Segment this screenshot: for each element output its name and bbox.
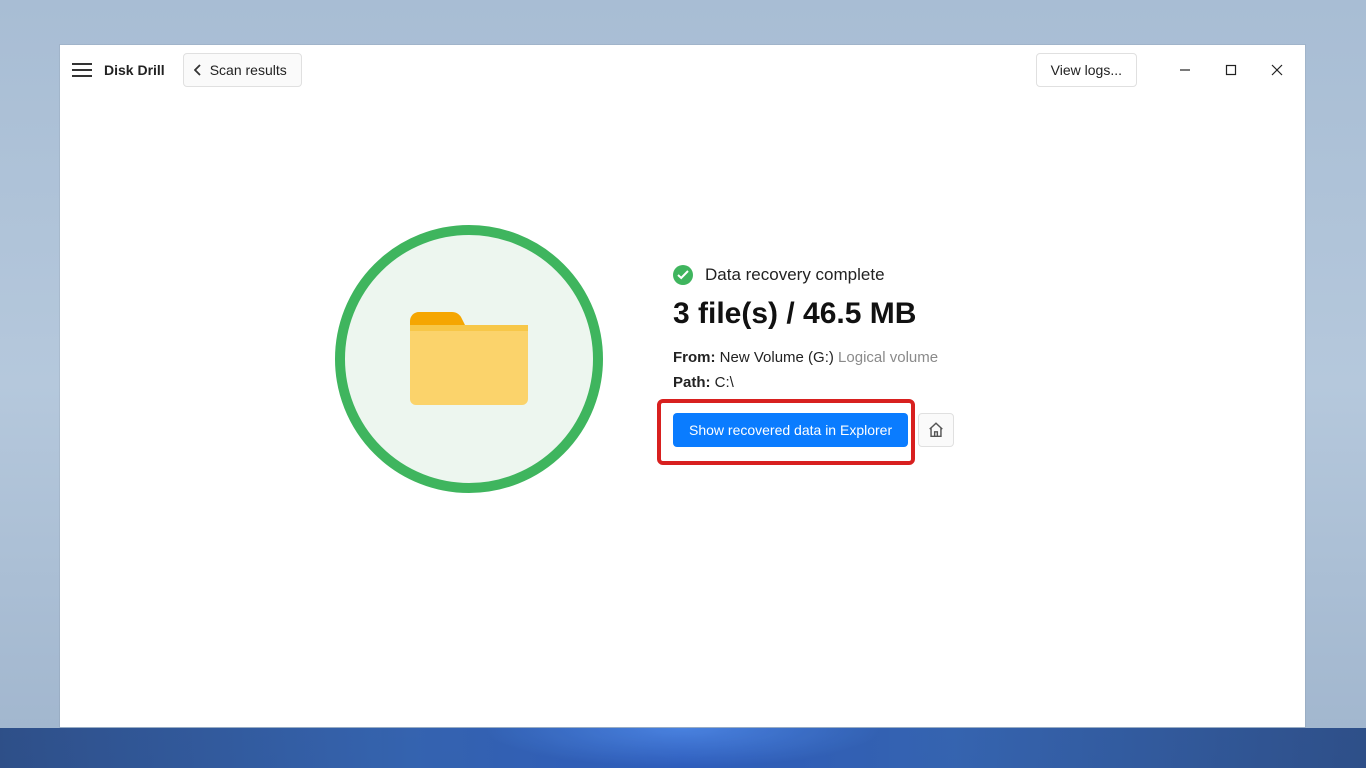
show-in-explorer-button[interactable]: Show recovered data in Explorer [673,413,908,447]
desktop-taskbar [0,728,1366,768]
titlebar: Disk Drill Scan results View logs... [60,45,1305,95]
success-circle [335,225,603,493]
path-label: Path: [673,374,711,391]
maximize-icon [1225,64,1237,76]
action-row: Show recovered data in Explorer [673,413,954,447]
path-value: C:\ [715,374,734,391]
path-line: Path: C:\ [673,374,954,391]
back-scan-results-button[interactable]: Scan results [183,53,302,87]
recovery-details: Data recovery complete 3 file(s) / 46.5 … [673,225,954,447]
view-logs-button[interactable]: View logs... [1036,53,1137,87]
menu-icon[interactable] [72,60,92,80]
back-button-label: Scan results [210,62,287,78]
main-content: Data recovery complete 3 file(s) / 46.5 … [60,95,1305,727]
home-button[interactable] [918,413,954,447]
folder-icon [404,307,534,411]
app-title: Disk Drill [104,62,165,78]
minimize-icon [1179,64,1191,76]
app-window: Disk Drill Scan results View logs... [60,45,1305,727]
minimize-button[interactable] [1165,55,1205,85]
from-kind: Logical volume [838,349,938,366]
chevron-left-icon [194,64,202,76]
status-row: Data recovery complete [673,265,954,285]
status-message: Data recovery complete [705,265,885,285]
maximize-button[interactable] [1211,55,1251,85]
from-value: New Volume (G:) [720,349,834,366]
from-label: From: [673,349,716,366]
window-controls [1165,55,1297,85]
from-line: From: New Volume (G:) Logical volume [673,349,954,366]
home-icon [927,421,945,439]
close-button[interactable] [1257,55,1297,85]
recovery-summary: 3 file(s) / 46.5 MB [673,297,954,331]
check-circle-icon [673,265,693,285]
close-icon [1271,64,1283,76]
